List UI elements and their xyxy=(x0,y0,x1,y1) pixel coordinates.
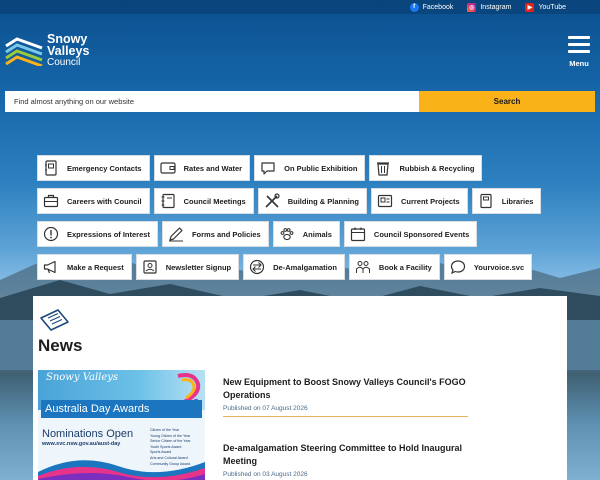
notebook-icon xyxy=(161,193,175,209)
quicklink-building-planning[interactable]: Building & Planning xyxy=(257,188,367,214)
quicklink-label: Book a Facility xyxy=(378,262,432,272)
article-divider xyxy=(223,416,468,417)
news-article: De-amalgamation Steering Committee to Ho… xyxy=(223,442,468,478)
news-article: New Equipment to Boost Snowy Valleys Cou… xyxy=(223,376,468,417)
news-heading: News xyxy=(38,336,83,355)
instagram-label: Instagram xyxy=(480,3,512,11)
quicklink-label: Animals xyxy=(302,229,332,239)
quicklink-current-projects[interactable]: Current Projects xyxy=(370,188,468,214)
quick-links: Emergency Contacts Rates and Water On Pu… xyxy=(37,155,577,287)
quicklink-rubbish-recycling[interactable]: Rubbish & Recycling xyxy=(369,155,483,181)
news-feature-image[interactable]: Snowy Valleys Australia Day Awards Nomin… xyxy=(38,370,205,480)
image-wave-decoration xyxy=(38,460,205,480)
quicklink-label: Rubbish & Recycling xyxy=(399,163,475,173)
quicklink-label: Libraries xyxy=(501,196,534,206)
hamburger-bar xyxy=(568,50,590,53)
newspaper-icon xyxy=(40,309,69,331)
quicklink-label: Emergency Contacts xyxy=(67,163,142,173)
logo-line-2: Valleys xyxy=(47,44,90,58)
youtube-label: YouTube xyxy=(538,3,566,11)
hamburger-bar xyxy=(568,43,590,46)
facebook-label: Facebook xyxy=(422,3,454,11)
logo-text: Snowy Valleys Council xyxy=(47,33,89,69)
newsletter-icon xyxy=(143,260,157,274)
quicklink-label: Careers with Council xyxy=(67,196,142,206)
search-input[interactable] xyxy=(5,91,419,112)
youtube-link[interactable]: ▶ YouTube xyxy=(525,2,566,12)
quicklink-book-a-facility[interactable]: Book a Facility xyxy=(348,254,440,280)
search-button[interactable]: Search xyxy=(419,91,595,112)
news-article-date: Published on 07 August 2026 xyxy=(223,405,308,412)
pencil-form-icon xyxy=(168,227,183,242)
image-url: www.svc.nsw.gov.au/aust-day xyxy=(42,441,121,447)
social-bar: f Facebook ◎ Instagram ▶ YouTube xyxy=(0,0,600,14)
logo-mark-icon xyxy=(5,37,43,66)
briefcase-icon xyxy=(43,194,59,208)
image-nominations: Nominations Open xyxy=(42,428,134,440)
site-logo[interactable]: Snowy Valleys Council xyxy=(5,33,89,69)
bin-icon xyxy=(377,162,390,176)
paw-icon xyxy=(280,228,294,241)
quicklink-label: Building & Planning xyxy=(287,196,359,206)
chat-icon xyxy=(450,260,465,275)
news-section: News Snowy Valleys Australia Day Awards … xyxy=(33,296,567,480)
quick-links-row: Careers with Council Council Meetings Bu… xyxy=(37,188,577,214)
phone-book-icon xyxy=(45,160,57,176)
quick-links-row: Make a Request Newsletter Signup De-Amal… xyxy=(37,254,577,280)
quicklink-council-meetings[interactable]: Council Meetings xyxy=(153,188,254,214)
quicklink-label: Rates and Water xyxy=(183,163,243,173)
quicklink-libraries[interactable]: Libraries xyxy=(471,188,542,214)
merge-icon xyxy=(250,259,265,275)
quicklink-emergency-contacts[interactable]: Emergency Contacts xyxy=(37,155,150,181)
megaphone-icon xyxy=(43,260,56,274)
quicklink-label: Yourvoice.svc xyxy=(473,262,525,272)
news-article-title[interactable]: De-amalgamation Steering Committee to Ho… xyxy=(223,442,468,468)
instagram-icon: ◎ xyxy=(467,2,477,12)
quicklink-label: Council Sponsored Events xyxy=(373,229,470,239)
image-category: Senior Citizen of the Year xyxy=(150,439,191,444)
news-article-date: Published on 03 August 2026 xyxy=(223,471,308,478)
logo-line-3: Council xyxy=(47,57,81,68)
wallet-icon xyxy=(160,162,176,174)
site-search: Search xyxy=(5,91,595,112)
quicklink-expressions-of-interest[interactable]: Expressions of Interest xyxy=(37,221,158,247)
quicklink-label: De-Amalgamation xyxy=(273,262,337,272)
quicklink-make-a-request[interactable]: Make a Request xyxy=(37,254,132,280)
book-icon xyxy=(480,193,492,209)
quicklink-careers[interactable]: Careers with Council xyxy=(37,188,150,214)
calendar-icon xyxy=(350,227,366,242)
quicklink-council-sponsored-events[interactable]: Council Sponsored Events xyxy=(343,221,478,247)
quicklink-yourvoice[interactable]: Yourvoice.svc xyxy=(443,254,533,280)
quick-links-row: Expressions of Interest Forms and Polici… xyxy=(37,221,577,247)
quicklink-label: Current Projects xyxy=(400,196,460,206)
quicklink-label: Forms and Policies xyxy=(191,229,261,239)
quicklink-forms-and-policies[interactable]: Forms and Policies xyxy=(161,221,269,247)
hamburger-icon xyxy=(568,36,590,39)
quicklink-newsletter-signup[interactable]: Newsletter Signup xyxy=(135,254,240,280)
quicklink-de-amalgamation[interactable]: De-Amalgamation xyxy=(243,254,345,280)
quicklink-label: Council Meetings xyxy=(183,196,246,206)
image-brand: Snowy Valleys xyxy=(46,372,119,383)
quicklink-label: Newsletter Signup xyxy=(165,262,232,272)
instagram-link[interactable]: ◎ Instagram xyxy=(467,2,512,12)
quicklink-label: On Public Exhibition xyxy=(284,163,358,173)
facebook-link[interactable]: f Facebook xyxy=(409,2,454,12)
speech-bubble-icon xyxy=(261,162,275,175)
quicklink-rates-and-water[interactable]: Rates and Water xyxy=(153,155,251,181)
menu-button[interactable]: Menu xyxy=(566,36,592,68)
quick-links-row: Emergency Contacts Rates and Water On Pu… xyxy=(37,155,577,181)
project-board-icon xyxy=(377,194,393,208)
quicklink-on-public-exhibition[interactable]: On Public Exhibition xyxy=(254,155,366,181)
image-headline: Australia Day Awards xyxy=(41,400,202,418)
menu-label: Menu xyxy=(569,59,589,68)
news-article-title[interactable]: New Equipment to Boost Snowy Valleys Cou… xyxy=(223,376,468,402)
people-icon xyxy=(355,261,370,273)
quicklink-label: Make a Request xyxy=(67,262,124,272)
quicklink-animals[interactable]: Animals xyxy=(272,221,340,247)
facebook-icon: f xyxy=(409,2,419,12)
youtube-icon: ▶ xyxy=(525,2,535,12)
tools-icon xyxy=(265,193,280,208)
info-circle-icon xyxy=(43,226,59,242)
quicklink-label: Expressions of Interest xyxy=(67,229,150,239)
